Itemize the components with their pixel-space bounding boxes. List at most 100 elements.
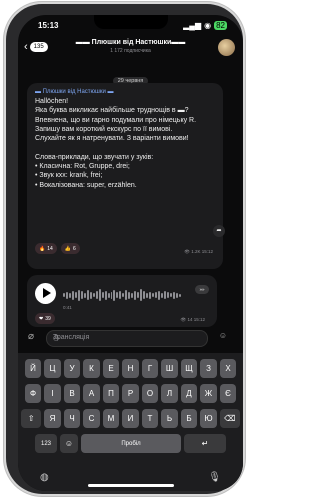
unread-count-badge: 135 xyxy=(29,42,48,52)
key-2[interactable]: І xyxy=(44,384,61,403)
wave-bar xyxy=(98,289,101,301)
chat-header: ‹ 135 ▬▬ Плюшки від Настюшки▬▬ 1 172 под… xyxy=(18,33,243,63)
key-1[interactable]: Й xyxy=(24,359,42,378)
wave-bar xyxy=(134,290,137,300)
keyboard-bottom: ◍ 🎙 xyxy=(18,470,243,490)
wave-bar xyxy=(163,291,166,299)
wave-bar xyxy=(149,291,152,299)
wave-bar xyxy=(101,292,104,298)
key-10[interactable]: Ж xyxy=(200,384,217,403)
key-9[interactable]: Д xyxy=(180,384,198,403)
message-input[interactable]: Трансляція ♫ ◷ xyxy=(46,330,208,347)
phone-frame: 15:13 ▂▄▆ ◉ 82 ‹ 135 ▬▬ Плюшки від Настю… xyxy=(6,4,243,494)
wave-bar xyxy=(160,292,163,298)
wave-bar xyxy=(172,291,175,299)
wave-bar xyxy=(83,292,86,298)
input-bar: ⌀ Трансляція ♫ ◷ ☺ xyxy=(18,328,243,348)
globe-icon[interactable]: ◍ xyxy=(40,472,49,483)
key-5[interactable]: И xyxy=(122,409,139,428)
status-icons: ▂▄▆ ◉ 82 xyxy=(183,21,227,30)
wave-bar xyxy=(92,293,95,297)
wave-bar xyxy=(80,291,83,299)
wave-bar xyxy=(125,290,128,300)
back-button[interactable]: ‹ 135 xyxy=(24,41,48,53)
key-2[interactable]: Ц xyxy=(44,359,61,378)
key-8[interactable]: Л xyxy=(161,384,178,403)
message-views: 👁 1.2K 15:12 xyxy=(184,249,213,254)
reaction-thumbs[interactable]: 👍 6 xyxy=(60,243,80,254)
key-9[interactable]: Щ xyxy=(180,359,198,378)
wave-bar xyxy=(137,292,140,298)
key-6[interactable]: Т xyxy=(141,409,159,428)
emoji-key[interactable]: ☺ xyxy=(60,434,78,453)
key-4[interactable]: К xyxy=(83,359,100,378)
wifi-icon: ◉ xyxy=(204,21,212,30)
key-3[interactable]: С xyxy=(83,409,100,428)
key-6[interactable]: Р xyxy=(122,384,139,403)
wave-bar xyxy=(169,293,172,297)
key-5[interactable]: П xyxy=(102,384,120,403)
voice-speed-button[interactable]: »» xyxy=(195,285,209,294)
battery-icon: 82 xyxy=(214,21,227,30)
key-1[interactable]: Я xyxy=(44,409,61,428)
numbers-key[interactable]: 123 xyxy=(35,434,57,453)
key-9[interactable]: Ю xyxy=(200,409,217,428)
attach-icon[interactable]: ⌀ xyxy=(28,331,34,342)
key-3[interactable]: У xyxy=(63,359,81,378)
wave-bar xyxy=(77,289,80,301)
key-7[interactable]: Г xyxy=(141,359,159,378)
wave-bar xyxy=(68,292,71,298)
return-key[interactable]: ↵ xyxy=(184,434,226,453)
reaction-fire[interactable]: 🔥 14 xyxy=(35,243,57,254)
voice-message[interactable]: 0:41 »» ❤ 39 👁 14 15:12 xyxy=(27,275,217,327)
keyboard-row-4: 123 ☺ Пробіл ↵ xyxy=(18,434,243,453)
key-8[interactable]: Ш xyxy=(161,359,178,378)
wave-bar xyxy=(89,291,92,299)
key-8[interactable]: Б xyxy=(180,409,198,428)
wave-bar xyxy=(95,291,98,299)
wave-bar xyxy=(86,290,89,300)
reactions: 🔥 14 👍 6 xyxy=(35,243,80,254)
clock-icon[interactable]: ◷ xyxy=(53,334,202,342)
wave-bar xyxy=(113,289,116,301)
text-message[interactable]: ▬ Плюшки від Настюшки ▬ Hallöchen! Яка б… xyxy=(27,83,225,269)
key-6[interactable]: Н xyxy=(122,359,139,378)
share-icon[interactable]: ➦ xyxy=(213,225,225,237)
key-4[interactable]: А xyxy=(83,384,100,403)
chat-title[interactable]: ▬▬ Плюшки від Настюшки▬▬ xyxy=(58,39,203,46)
return-icon: ↵ xyxy=(201,439,209,448)
wave-bar xyxy=(116,292,119,298)
key-1[interactable]: Ф xyxy=(24,384,42,403)
space-key[interactable]: Пробіл xyxy=(81,434,181,453)
key-11[interactable]: Є xyxy=(219,384,237,403)
chevron-left-icon: ‹ xyxy=(24,41,28,53)
reaction-heart[interactable]: ❤ 39 xyxy=(35,313,55,324)
keyboard-row-1: ЙЦУКЕНГШЩЗХ xyxy=(18,359,243,378)
avatar[interactable] xyxy=(218,39,235,56)
heart-icon: ❤ xyxy=(39,315,44,322)
wave-bar xyxy=(155,292,157,298)
wave-bar xyxy=(131,292,134,298)
keyboard-letters-3: ЯЧСМИТЬБЮ xyxy=(44,409,217,428)
key-4[interactable]: М xyxy=(102,409,120,428)
backspace-key[interactable]: ⌫ xyxy=(219,409,240,428)
wave-bar xyxy=(140,289,143,301)
sticker-icon[interactable]: ☺ xyxy=(219,331,227,340)
key-5[interactable]: Е xyxy=(102,359,120,378)
wave-bar xyxy=(175,292,178,298)
key-2[interactable]: Ч xyxy=(63,409,81,428)
shift-key[interactable]: ⇧ xyxy=(21,409,42,428)
key-10[interactable]: З xyxy=(200,359,217,378)
key-11[interactable]: Х xyxy=(219,359,237,378)
status-time: 15:13 xyxy=(38,21,59,30)
wave-bar xyxy=(63,293,65,297)
play-button[interactable] xyxy=(35,283,56,304)
key-7[interactable]: Ь xyxy=(161,409,178,428)
wave-bar xyxy=(178,293,181,297)
microphone-icon[interactable]: 🎙 xyxy=(208,472,221,483)
key-7[interactable]: О xyxy=(141,384,159,403)
wave-bar xyxy=(128,291,131,299)
home-indicator xyxy=(88,484,174,487)
key-3[interactable]: В xyxy=(63,384,81,403)
wave-bar xyxy=(104,290,107,300)
